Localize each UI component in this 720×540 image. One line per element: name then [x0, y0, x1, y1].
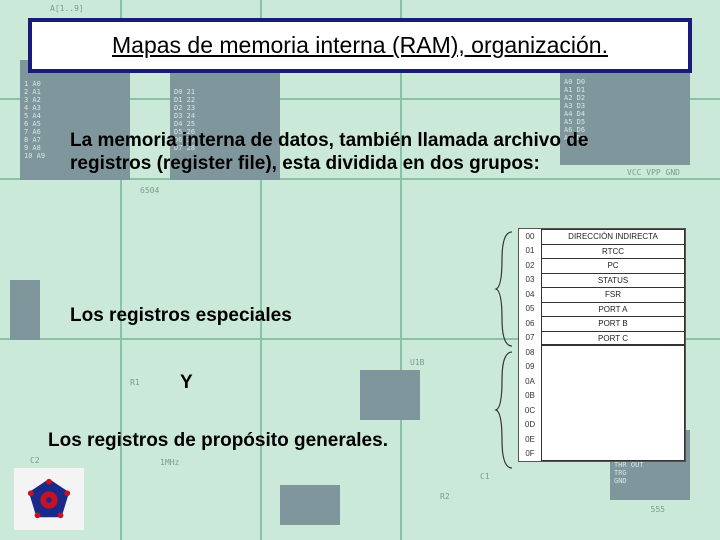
- title-box: Mapas de memoria interna (RAM), organiza…: [28, 18, 692, 73]
- bg-pins-right: VCC VPP GND: [627, 168, 680, 177]
- mem-addr: 05: [519, 304, 541, 313]
- label-special-registers: Los registros especiales: [70, 305, 292, 327]
- mem-name: PORT B: [541, 316, 685, 331]
- memory-special-block: 00DIRECCIÓN INDIRECTA 01RTCC 02PC 03STAT…: [519, 229, 685, 345]
- table-row: 00DIRECCIÓN INDIRECTA: [519, 229, 685, 244]
- mem-addr: 00: [519, 232, 541, 241]
- mem-name: [541, 374, 685, 389]
- mem-addr: 0B: [519, 391, 541, 400]
- mem-name: [541, 447, 685, 462]
- label-general-registers: Los registros de propósito generales.: [48, 430, 388, 452]
- bg-gate-label: U1B: [410, 358, 424, 367]
- mem-name: STATUS: [541, 273, 685, 288]
- bg-r2: R2: [440, 492, 450, 501]
- mem-addr: 03: [519, 275, 541, 284]
- table-row: 0F: [519, 447, 685, 462]
- mem-name: [541, 403, 685, 418]
- table-row: 07PORT C: [519, 331, 685, 346]
- bg-freq: 1MHz: [160, 458, 179, 467]
- table-row: 03STATUS: [519, 273, 685, 288]
- bg-r1: R1: [130, 378, 140, 387]
- mem-addr: 09: [519, 362, 541, 371]
- mem-name: FSR: [541, 287, 685, 302]
- mem-name: PC: [541, 258, 685, 273]
- mem-addr: 04: [519, 290, 541, 299]
- bg-chip-ulc: [280, 485, 340, 525]
- mem-name: [541, 418, 685, 433]
- bg-bus-label: A[1..9]: [50, 4, 84, 13]
- bg-c1: C1: [480, 472, 490, 481]
- mem-addr: 06: [519, 319, 541, 328]
- table-row: 01RTCC: [519, 244, 685, 259]
- table-row: 0E: [519, 432, 685, 447]
- bg-c2: C2: [30, 456, 40, 465]
- table-row: 0C: [519, 403, 685, 418]
- mem-addr: 0E: [519, 435, 541, 444]
- mem-addr: 0C: [519, 406, 541, 415]
- table-row: 06PORT B: [519, 316, 685, 331]
- table-row: 08: [519, 345, 685, 360]
- table-row: 04FSR: [519, 287, 685, 302]
- institution-logo: [14, 468, 84, 530]
- memory-general-block: 08 09 0A 0B 0C 0D 0E 0F: [519, 345, 685, 461]
- bg-vcc: VCC: [10, 290, 24, 299]
- mem-addr: 02: [519, 261, 541, 270]
- mem-name: [541, 432, 685, 447]
- table-row: 0A: [519, 374, 685, 389]
- mem-name: [541, 389, 685, 404]
- mem-name: [541, 345, 685, 360]
- table-row: 02PC: [519, 258, 685, 273]
- label-and: Y: [180, 372, 193, 394]
- mem-addr: 01: [519, 246, 541, 255]
- mem-name: [541, 360, 685, 375]
- mem-name: PORT C: [541, 331, 685, 346]
- page-title: Mapas de memoria interna (RAM), organiza…: [46, 32, 674, 59]
- table-row: 0B: [519, 389, 685, 404]
- mem-addr: 07: [519, 333, 541, 342]
- mem-addr: 08: [519, 348, 541, 357]
- mem-name: PORT A: [541, 302, 685, 317]
- mem-name: DIRECCIÓN INDIRECTA: [541, 229, 685, 244]
- intro-paragraph: La memoria interna de datos, también lla…: [70, 130, 630, 176]
- bg-part-555: 555: [651, 505, 665, 514]
- table-row: 09: [519, 360, 685, 375]
- memory-map-table: 00DIRECCIÓN INDIRECTA 01RTCC 02PC 03STAT…: [518, 228, 686, 462]
- bg-chip-gate: [360, 370, 420, 420]
- brace-special: [494, 230, 514, 348]
- mem-name: RTCC: [541, 244, 685, 259]
- bg-chip-vcc: [10, 280, 40, 340]
- table-row: 0D: [519, 418, 685, 433]
- bg-part-6504: 6504: [140, 186, 159, 195]
- mem-addr: 0A: [519, 377, 541, 386]
- mem-addr: 0F: [519, 449, 541, 458]
- table-row: 05PORT A: [519, 302, 685, 317]
- mem-addr: 0D: [519, 420, 541, 429]
- brace-general: [494, 350, 514, 470]
